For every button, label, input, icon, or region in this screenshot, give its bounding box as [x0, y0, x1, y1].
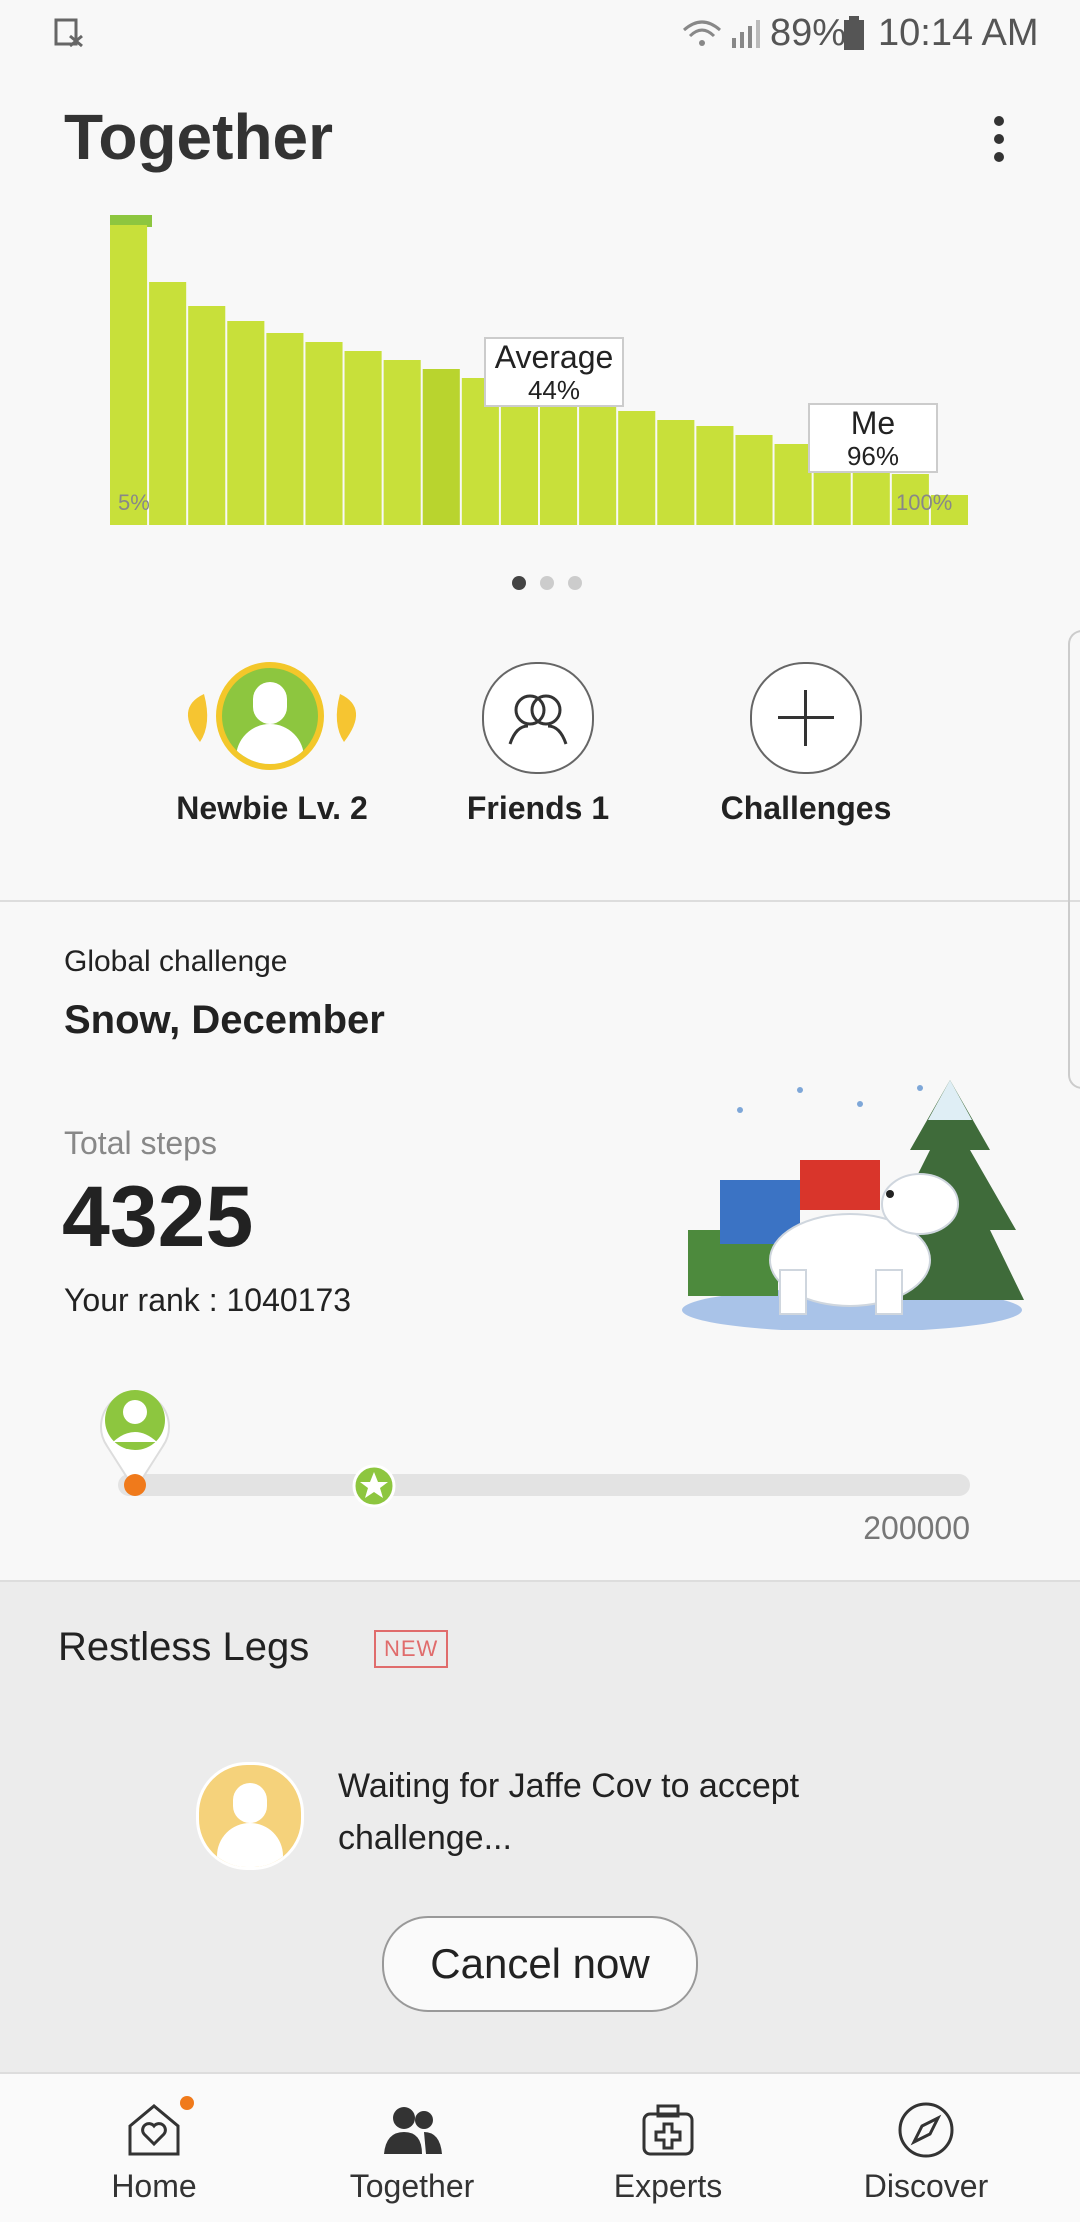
nav-experts-label: Experts — [613, 2168, 723, 2204]
nav-together-label: Together — [349, 2168, 475, 2204]
me-callout-value: 96% — [846, 441, 900, 471]
friends-icon — [482, 662, 594, 774]
friends-button[interactable]: Friends 1 — [408, 662, 668, 827]
nav-experts[interactable]: Experts — [568, 2080, 768, 2205]
polar-bear-illustration — [682, 1080, 1024, 1330]
page-dot — [568, 576, 582, 590]
chart-bar — [735, 435, 773, 525]
challenge-goal: 200000 — [863, 1510, 970, 1546]
challenges-button[interactable]: Challenges — [676, 662, 936, 827]
average-callout-value: 44% — [527, 375, 581, 405]
sim-icon — [54, 18, 83, 48]
edge-panel-handle[interactable] — [1068, 630, 1080, 1089]
home-heart-icon — [124, 2096, 194, 2160]
ranking-chart[interactable]: 5% 100% Average 44% Me 96% — [100, 205, 980, 535]
clock: 10:14 AM — [878, 12, 1039, 54]
my-progress-dot — [124, 1474, 147, 1496]
notification-dot — [180, 2096, 194, 2110]
average-callout: Average 44% — [484, 337, 624, 407]
plus-icon — [750, 662, 862, 774]
chart-bar — [696, 426, 734, 525]
page-dot — [540, 576, 554, 590]
total-steps-label: Total steps — [64, 1125, 217, 1161]
me-callout-title: Me — [850, 405, 896, 441]
compass-icon — [896, 2100, 956, 2160]
page-dot-active — [512, 576, 526, 590]
chart-bar — [383, 360, 421, 525]
battery-icon — [844, 16, 864, 50]
chart-bar — [149, 282, 187, 525]
medical-bag-icon — [638, 2100, 698, 2160]
chart-label-end: 100% — [896, 490, 953, 515]
level-label: Newbie Lv. 2 — [176, 790, 368, 826]
challenge-title[interactable]: Restless Legs — [58, 1625, 309, 1670]
chart-bar — [657, 420, 695, 525]
challenge-name[interactable]: Snow, December — [64, 998, 385, 1043]
chart-bar — [500, 387, 538, 525]
avatar-icon — [216, 662, 324, 770]
chart-bar — [344, 351, 382, 525]
more-options-icon[interactable] — [984, 110, 1014, 170]
chart-bar — [422, 369, 460, 525]
challenges-label: Challenges — [720, 790, 892, 826]
page-title: Together — [64, 101, 334, 173]
cancel-now-button[interactable]: Cancel now — [382, 1916, 698, 2012]
new-badge: NEW — [374, 1630, 449, 1668]
page-indicator — [512, 576, 582, 592]
friends-label: Friends 1 — [466, 790, 610, 826]
chart-bar — [540, 396, 578, 525]
divider — [0, 1580, 1080, 1582]
waiting-message: Waiting for Jaffe Cov to accept challeng… — [338, 1767, 800, 1857]
chart-label-start: 5% — [118, 490, 150, 515]
chart-bar — [618, 411, 656, 525]
status-bar: 89% 10:14 AM — [0, 0, 1080, 68]
chart-bar — [188, 306, 226, 525]
chart-bar — [579, 405, 617, 525]
divider — [0, 900, 1080, 902]
nav-discover-label: Discover — [863, 2168, 989, 2204]
opponent-avatar-icon — [196, 1762, 304, 1870]
chart-bar — [305, 342, 343, 525]
nav-home[interactable]: Home — [54, 2080, 254, 2205]
level-button[interactable]: Newbie Lv. 2 — [142, 662, 402, 827]
average-callout-title: Average — [494, 339, 614, 375]
battery-percent: 89% — [770, 12, 847, 54]
total-steps-value: 4325 — [62, 1169, 254, 1265]
nav-discover[interactable]: Discover — [826, 2080, 1026, 2205]
people-icon — [382, 2100, 442, 2160]
challenge-progress-track — [118, 1474, 970, 1496]
wifi-signal-icon — [683, 20, 760, 48]
global-challenge-label: Global challenge — [64, 945, 288, 978]
chart-bar — [110, 225, 148, 525]
nav-together[interactable]: Together — [312, 2080, 512, 2205]
chart-bar — [227, 321, 265, 525]
chart-bar — [266, 333, 304, 525]
me-callout: Me 96% — [808, 403, 938, 473]
nav-home-label: Home — [111, 2168, 197, 2204]
milestone-star-icon[interactable] — [352, 1464, 396, 1513]
rank-text: Your rank : 1040173 — [64, 1282, 352, 1318]
chart-bar — [774, 444, 812, 525]
